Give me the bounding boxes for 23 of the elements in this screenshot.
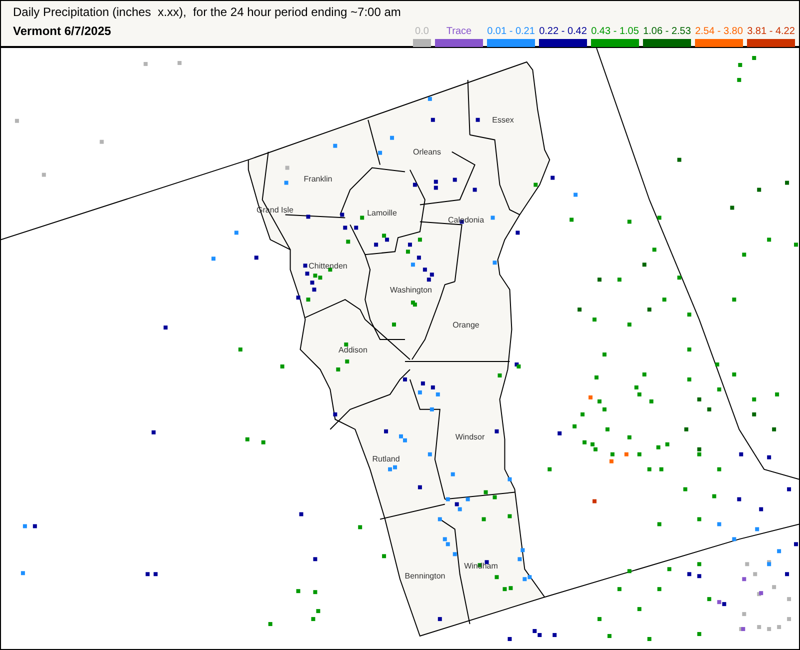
county-label: Rutland xyxy=(372,454,400,464)
legend-label: 1.06 - 2.53 xyxy=(643,26,691,38)
county-label: Bennington xyxy=(404,572,446,580)
county-label: Windsor xyxy=(455,432,485,442)
chart-title: Daily Precipitation (inches x.xx), for the 24 hour period ending ~7:00 am xyxy=(13,4,401,20)
legend-label: 0.01 - 0.21 xyxy=(487,26,535,38)
county-label: Washington xyxy=(390,286,432,294)
chart-subtitle: Vermont 6/7/2025 xyxy=(13,23,112,39)
county-label: Lamoille xyxy=(367,208,397,218)
county-label: Caledonia xyxy=(448,216,484,224)
county-label: Windham xyxy=(464,562,498,570)
legend-label: 0.22 - 0.42 xyxy=(539,26,587,38)
legend-label: 3.81 - 4.22 xyxy=(747,26,795,38)
county-label: Orange xyxy=(452,320,480,330)
county-label: Addison xyxy=(338,346,368,354)
legend-label: 0.43 - 1.05 xyxy=(591,26,639,38)
legend-label: 2.54 - 3.80 xyxy=(695,26,743,38)
county-label: Essex xyxy=(492,116,514,124)
county-label: Chittenden xyxy=(308,262,348,270)
county-label: Orleans xyxy=(413,148,441,156)
legend-label: 0.0 xyxy=(415,26,429,38)
legend-label: Trace xyxy=(446,26,472,38)
county-label: Franklin xyxy=(304,174,332,184)
